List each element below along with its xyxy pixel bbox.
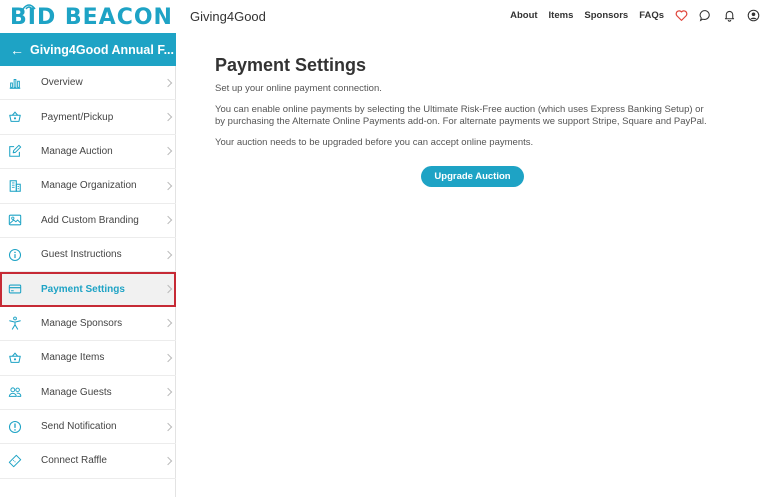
sidebar-item-label: Payment Settings [41,283,125,295]
upgrade-auction-button[interactable]: Upgrade Auction [421,166,524,187]
chevron-right-icon [163,284,173,294]
page-subtitle: Set up your online payment connection. [215,83,382,94]
sidebar-item-label: Manage Items [41,352,105,364]
heart-icon[interactable] [675,9,688,22]
info-icon [8,248,22,261]
sidebar-item-manage-sponsors[interactable]: Manage Sponsors [0,307,176,342]
chevron-right-icon [163,422,173,431]
sidebar-item-payment-settings[interactable]: Payment Settings [0,272,176,307]
alert-icon [8,420,22,433]
sidebar: ← Giving4Good Annual F... Overview Payme… [0,33,176,497]
sidebar-item-connect-raffle[interactable]: Connect Raffle [0,444,176,479]
payment-description: You can enable online payments by select… [215,104,707,127]
back-arrow-icon[interactable]: ← [10,43,24,57]
sidebar-menu: Overview Payment/Pickup Manage Auction M… [0,66,176,479]
sidebar-item-manage-items[interactable]: Manage Items [0,341,176,376]
ticket-icon [8,454,22,468]
chevron-right-icon [163,387,173,397]
bar-chart-icon [9,78,21,89]
main-content: Payment Settings Set up your online paym… [215,55,735,187]
bid-beacon-logo[interactable]: BID BEACON [10,4,172,30]
sidebar-item-label: Manage Auction [41,145,113,157]
nav-faqs[interactable]: FAQs [639,10,664,21]
chevron-right-icon [163,250,173,259]
chevron-right-icon [163,78,173,87]
chevron-right-icon [163,112,173,122]
sidebar-item-overview[interactable]: Overview [0,66,176,101]
sidebar-back-header[interactable]: ← Giving4Good Annual F... [0,33,176,66]
nav-sponsors[interactable]: Sponsors [584,10,628,21]
users-icon [8,387,22,398]
sidebar-item-label: Guest Instructions [41,249,122,261]
sidebar-item-label: Manage Organization [41,180,137,192]
basket-icon [9,111,21,122]
sidebar-item-label: Send Notification [41,421,117,433]
org-name[interactable]: Giving4Good [190,9,266,24]
auction-title: Giving4Good Annual F... [30,42,174,57]
top-nav: About Items Sponsors FAQs [499,9,760,22]
chevron-right-icon [163,181,173,191]
nav-items[interactable]: Items [549,10,574,21]
user-icon[interactable] [747,9,760,22]
upgrade-notice: Your auction needs to be upgraded before… [215,137,534,148]
sidebar-item-send-notification[interactable]: Send Notification [0,410,176,445]
person-icon [9,316,21,331]
sidebar-item-manage-auction[interactable]: Manage Auction [0,135,176,170]
page-title: Payment Settings [215,55,367,75]
sidebar-item-label: Add Custom Branding [41,214,139,226]
sidebar-item-label: Overview [41,77,83,89]
sidebar-item-guest-instructions[interactable]: Guest Instructions [0,238,176,273]
basket-icon [9,352,21,363]
credit-card-icon [8,284,22,294]
nav-about[interactable]: About [510,10,537,21]
chevron-right-icon [163,319,173,328]
sidebar-item-manage-guests[interactable]: Manage Guests [0,376,176,410]
image-icon [8,214,22,226]
chat-icon[interactable] [699,9,712,22]
building-icon [9,180,21,192]
chevron-right-icon [163,353,173,363]
sidebar-item-label: Manage Guests [41,386,112,398]
sidebar-item-label: Manage Sponsors [41,317,123,329]
sidebar-item-payment-pickup[interactable]: Payment/Pickup [0,100,176,135]
edit-icon [9,145,22,158]
chevron-right-icon [163,216,173,225]
chevron-right-icon [163,147,173,156]
top-header: BID BEACON Giving4Good About Items Spons… [0,0,768,33]
sidebar-item-custom-branding[interactable]: Add Custom Branding [0,204,176,238]
chevron-right-icon [163,456,173,466]
logo-text: BID BEACON [10,5,173,30]
bell-icon[interactable] [723,9,736,22]
sidebar-item-label: Connect Raffle [41,455,107,467]
sidebar-item-manage-organization[interactable]: Manage Organization [0,169,176,204]
sidebar-item-label: Payment/Pickup [41,111,114,123]
